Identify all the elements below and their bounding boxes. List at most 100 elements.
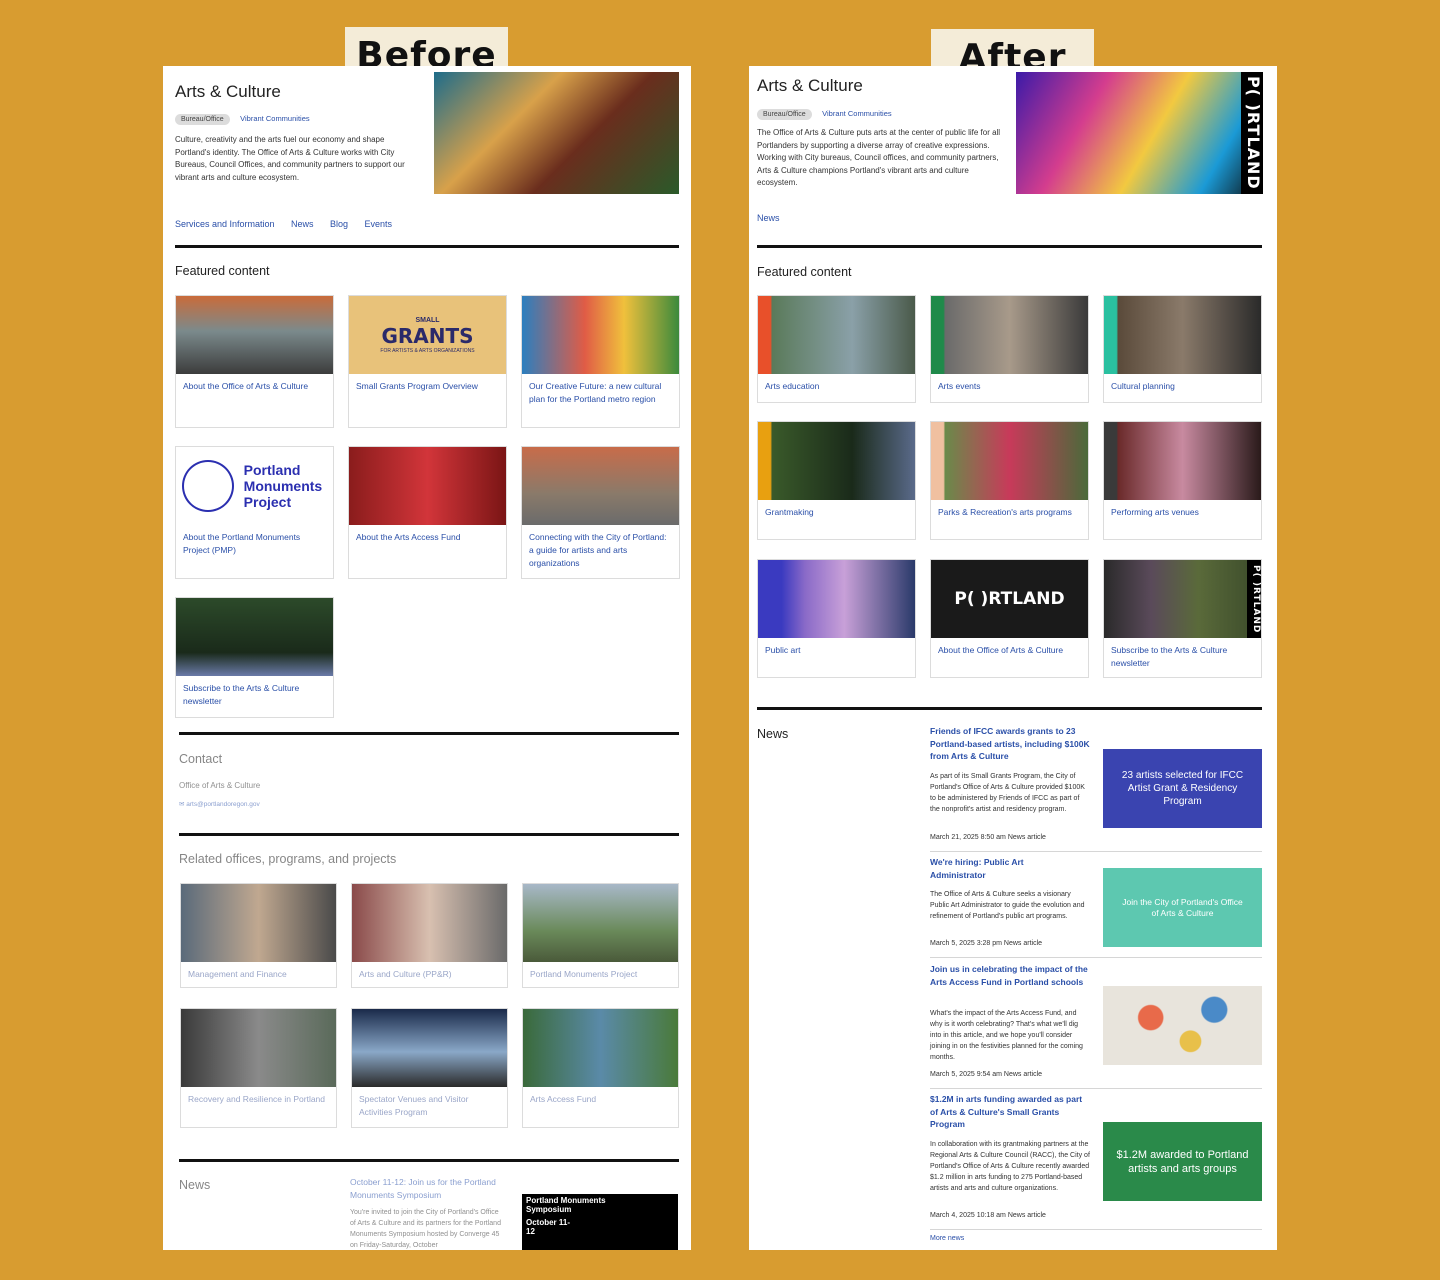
- featured-card[interactable]: Cultural planning: [1103, 295, 1262, 403]
- card-image: SMALL GRANTS FOR ARTISTS & ARTS ORGANIZA…: [349, 296, 506, 374]
- news-body: In collaboration with its grantmaking pa…: [930, 1141, 1090, 1192]
- news-image: 23 artists selected for IFCC Artist Gran…: [1103, 749, 1262, 828]
- news-title[interactable]: Join us in celebrating the impact of the…: [930, 963, 1090, 988]
- hero-image: [434, 72, 679, 194]
- card-title: Public art: [765, 645, 801, 655]
- card-title: Arts education: [765, 381, 820, 391]
- related-card[interactable]: Portland Monuments Project: [522, 883, 679, 988]
- news-body: As part of its Small Grants Program, the…: [930, 773, 1085, 813]
- card-title: Small Grants Program Overview: [356, 381, 478, 391]
- news-meta: March 5, 2025 9:54 am News article: [930, 1071, 1043, 1078]
- card-image: [352, 1009, 507, 1087]
- breadcrumb-link[interactable]: Vibrant Communities: [240, 114, 309, 123]
- divider: [175, 245, 679, 248]
- nav-events[interactable]: Events: [364, 219, 392, 229]
- featured-card[interactable]: About the Arts Access Fund: [348, 446, 507, 579]
- nav-news[interactable]: News: [757, 213, 780, 223]
- featured-card[interactable]: Subscribe to the Arts & Culture newslett…: [175, 597, 334, 718]
- before-page: Arts & Culture Bureau/Office Vibrant Com…: [163, 66, 691, 1250]
- divider: [179, 1159, 679, 1162]
- contact-name: Office of Arts & Culture: [179, 781, 261, 790]
- featured-card[interactable]: Grantmaking: [757, 421, 916, 540]
- after-page: Arts & Culture Bureau/Office Vibrant Com…: [749, 66, 1277, 1250]
- card-image: [758, 296, 915, 374]
- news-meta: March 21, 2025 8:50 am News article: [930, 834, 1046, 841]
- card-title: Recovery and Resilience in Portland: [188, 1094, 326, 1104]
- separator: [930, 851, 1262, 852]
- related-card[interactable]: Spectator Venues and Visitor Activities …: [351, 1008, 508, 1128]
- card-image: [181, 884, 336, 962]
- related-card[interactable]: Management and Finance: [180, 883, 337, 988]
- contact-heading: Contact: [179, 752, 223, 766]
- pmp-seal-icon: [182, 460, 234, 512]
- news-title[interactable]: We're hiring: Public Art Administrator: [930, 856, 1050, 881]
- news-body: What's the impact of the Arts Access Fun…: [930, 1010, 1083, 1061]
- featured-card[interactable]: P( )RTLAND Subscribe to the Arts & Cultu…: [1103, 559, 1262, 678]
- featured-card[interactable]: About the Office of Arts & Culture: [175, 295, 334, 428]
- featured-card[interactable]: Arts events: [930, 295, 1089, 403]
- page-description: Culture, creativity and the arts fuel ou…: [175, 135, 405, 182]
- card-title: Portland Monuments Project: [530, 969, 638, 979]
- more-news-link[interactable]: More news: [930, 1235, 964, 1242]
- pmp-logo: Portland Monuments Project: [243, 462, 323, 510]
- featured-card[interactable]: Parks & Recreation's arts programs: [930, 421, 1089, 540]
- featured-card[interactable]: Public art: [757, 559, 916, 678]
- card-title: Arts Access Fund: [530, 1094, 597, 1104]
- related-card[interactable]: Arts Access Fund: [522, 1008, 679, 1128]
- grants-main-text: GRANTS: [381, 323, 474, 348]
- featured-card[interactable]: Performing arts venues: [1103, 421, 1262, 540]
- page-title: Arts & Culture: [175, 82, 281, 101]
- card-title: Cultural planning: [1111, 381, 1175, 391]
- card-image: [181, 1009, 336, 1087]
- portland-logo: P( )RTLAND: [1241, 72, 1263, 194]
- news-meta: March 5, 2025 3:28 pm News article: [930, 940, 1043, 947]
- featured-card[interactable]: SMALL GRANTS FOR ARTISTS & ARTS ORGANIZA…: [348, 295, 507, 428]
- contact-email[interactable]: arts@portlandoregon.gov: [186, 801, 259, 808]
- news-image: $1.2M awarded to Portland artists and ar…: [1103, 1122, 1262, 1201]
- card-image: [522, 447, 679, 525]
- card-image: [522, 296, 679, 374]
- card-image: [523, 884, 678, 962]
- featured-card[interactable]: P( )RTLAND About the Office of Arts & Cu…: [930, 559, 1089, 678]
- divider: [179, 833, 679, 836]
- card-title: About the Arts Access Fund: [356, 532, 461, 542]
- news-title[interactable]: October 11-12: Join us for the Portland …: [350, 1176, 505, 1201]
- card-title: About the Office of Arts & Culture: [183, 381, 309, 391]
- news-meta: March 4, 2025 10:18 am News article: [930, 1212, 1046, 1219]
- card-title: Grantmaking: [765, 507, 814, 517]
- grants-top-text: SMALL: [415, 316, 440, 324]
- hero-image: P( )RTLAND: [1016, 72, 1263, 194]
- card-image: Portland Monuments Project: [176, 447, 333, 525]
- related-heading: Related offices, programs, and projects: [179, 852, 397, 866]
- page-description: The Office of Arts & Culture puts arts a…: [757, 128, 1001, 187]
- card-image: P( )RTLAND: [1104, 560, 1261, 638]
- news-body: The Office of Arts & Culture seeks a vis…: [930, 891, 1085, 920]
- card-title: About the Portland Monuments Project (PM…: [183, 532, 301, 555]
- portland-logo: P( )RTLAND: [931, 560, 1088, 638]
- divider: [757, 245, 1262, 248]
- card-image: [349, 447, 506, 525]
- card-title: Parks & Recreation's arts programs: [938, 507, 1072, 517]
- nav-blog[interactable]: Blog: [330, 219, 348, 229]
- news-image: Portland Monuments Symposium October 11-…: [522, 1194, 678, 1250]
- nav-services[interactable]: Services and Information: [175, 219, 275, 229]
- featured-card[interactable]: Connecting with the City of Portland: a …: [521, 446, 680, 579]
- featured-card[interactable]: Our Creative Future: a new cultural plan…: [521, 295, 680, 428]
- news-body: You're invited to join the City of Portl…: [350, 1209, 501, 1249]
- card-title: Arts events: [938, 381, 981, 391]
- nav-news[interactable]: News: [291, 219, 314, 229]
- card-image: [758, 422, 915, 500]
- news-heading: News: [757, 727, 789, 741]
- email-icon: ✉: [179, 801, 185, 808]
- news-title[interactable]: $1.2M in arts funding awarded as part of…: [930, 1093, 1085, 1131]
- related-card[interactable]: Recovery and Resilience in Portland: [180, 1008, 337, 1128]
- news-title[interactable]: Friends of IFCC awards grants to 23 Port…: [930, 725, 1090, 763]
- featured-card[interactable]: Portland Monuments Project About the Por…: [175, 446, 334, 579]
- related-card[interactable]: Arts and Culture (PP&R): [351, 883, 508, 988]
- news-image: [1103, 986, 1262, 1065]
- news-image-title: Portland Monuments Symposium: [526, 1196, 606, 1214]
- portland-strip-logo: P( )RTLAND: [1247, 560, 1261, 638]
- featured-heading: Featured content: [757, 265, 852, 279]
- featured-card[interactable]: Arts education: [757, 295, 916, 403]
- breadcrumb-link[interactable]: Vibrant Communities: [822, 109, 891, 118]
